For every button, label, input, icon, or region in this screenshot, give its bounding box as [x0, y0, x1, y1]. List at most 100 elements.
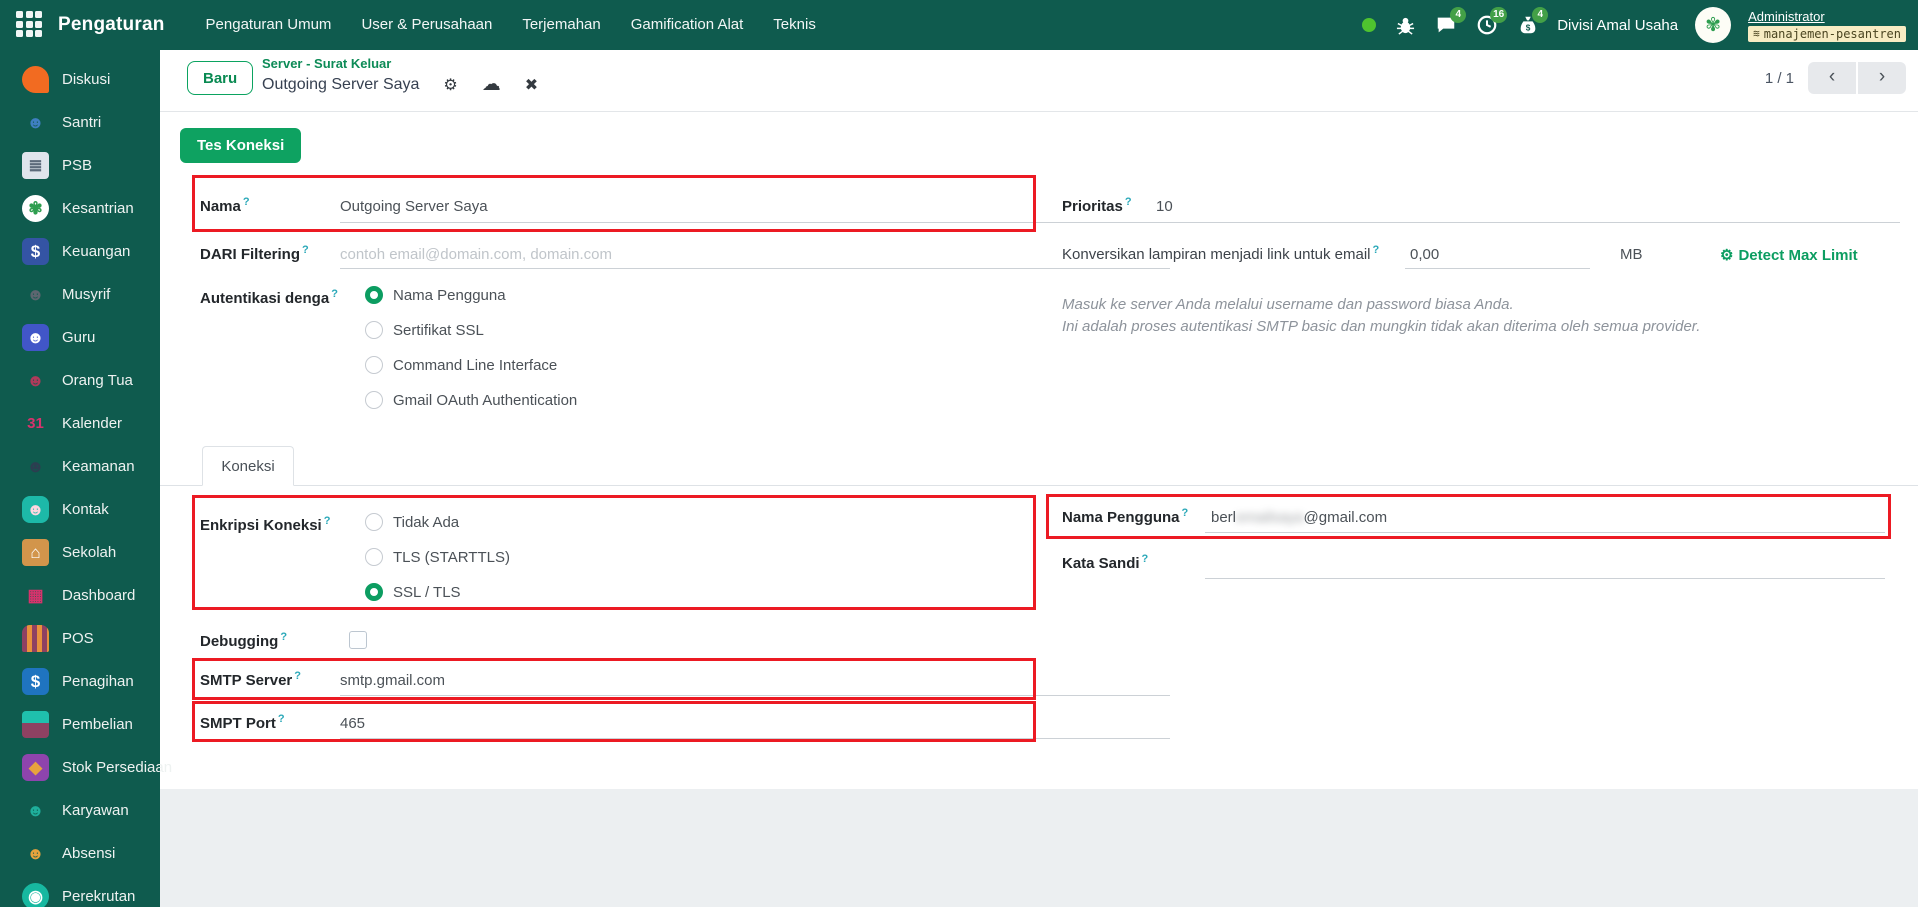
smtp-port-label: SMPT Port?: [200, 713, 285, 732]
sidebar-item-absensi[interactable]: ☻ Absensi: [0, 832, 160, 875]
sidebar-item-kesantrian[interactable]: ✾ Kesantrian: [0, 187, 160, 230]
sidebar-item-orang-tua[interactable]: ☻ Orang Tua: [0, 359, 160, 402]
from-filter-label: DARI Filtering?: [200, 244, 309, 263]
smtp-port-input[interactable]: 465: [340, 715, 365, 732]
form-sheet: Tes Koneksi Nama? Outgoing Server Saya D…: [160, 112, 1918, 789]
menu-gamification-alat[interactable]: Gamification Alat: [616, 0, 759, 50]
sidebar-item-pembelian[interactable]: Pembelian: [0, 703, 160, 746]
radio-icon: [365, 286, 383, 304]
sidebar-item-label: Keamanan: [62, 458, 135, 475]
annotation-box-enkripsi: [192, 495, 1036, 610]
sidebar-item-stok-persediaan[interactable]: ◆ Stok Persediaan: [0, 746, 160, 789]
teacher-icon: ☻: [22, 324, 49, 351]
avatar[interactable]: ✾: [1695, 7, 1731, 43]
priority-input[interactable]: 10: [1156, 198, 1173, 215]
cloud-upload-icon[interactable]: ☁: [482, 73, 501, 96]
attachment-limit-input[interactable]: 0,00: [1410, 246, 1439, 263]
menu-teknis[interactable]: Teknis: [758, 0, 831, 50]
username-input[interactable]: berlemailsaya@gmail.com: [1211, 509, 1387, 526]
company-switcher[interactable]: Divisi Amal Usaha: [1557, 17, 1678, 34]
messages-icon[interactable]: 4: [1434, 13, 1458, 37]
activities-badge: 16: [1490, 7, 1507, 23]
auth-radio-command-line[interactable]: Command Line Interface: [365, 356, 557, 374]
calendar-icon: 31: [22, 410, 49, 437]
attachment-limit-unit: MB: [1620, 246, 1643, 263]
breadcrumb: Server - Surat Keluar Outgoing Server Sa…: [262, 56, 538, 96]
content-background: [160, 789, 1918, 907]
sidebar-item-psb[interactable]: ≣ PSB: [0, 144, 160, 187]
menu-terjemahan[interactable]: Terjemahan: [507, 0, 615, 50]
new-button[interactable]: Baru: [187, 61, 253, 95]
pager-previous-button[interactable]: ‹: [1808, 62, 1856, 94]
sidebar-item-kontak[interactable]: ☻ Kontak: [0, 488, 160, 531]
finance-icon: $: [22, 238, 49, 265]
gear-icon[interactable]: ⚙: [443, 75, 457, 95]
sales-money-icon[interactable]: $ 4: [1516, 13, 1540, 37]
breadcrumb-parent-link[interactable]: Server - Surat Keluar: [262, 56, 538, 71]
online-status-dot: [1362, 18, 1376, 32]
encryption-radio-tls-starttls[interactable]: TLS (STARTTLS): [365, 548, 510, 566]
smtp-server-input[interactable]: smtp.gmail.com: [340, 672, 445, 689]
sidebar-item-label: Absensi: [62, 845, 115, 862]
encryption-radio-tidak-ada[interactable]: Tidak Ada: [365, 513, 459, 531]
auth-radio-nama-pengguna[interactable]: Nama Pengguna: [365, 286, 506, 304]
employees-icon: ☻: [22, 797, 49, 824]
annotation-box-smtp-server: [192, 658, 1036, 700]
sidebar-item-sekolah[interactable]: ⌂ Sekolah: [0, 531, 160, 574]
auth-note-1: Masuk ke server Anda melalui username da…: [1062, 296, 1514, 313]
auth-radio-sertifikat-ssl[interactable]: Sertifikat SSL: [365, 321, 484, 339]
from-filter-input[interactable]: contoh email@domain.com, domain.com: [340, 246, 612, 263]
sidebar-item-dashboard[interactable]: ▦ Dashboard: [0, 574, 160, 617]
debug-bug-icon[interactable]: [1393, 13, 1417, 37]
sidebar-item-label: Kesantrian: [62, 200, 134, 217]
radio-icon: [365, 321, 383, 339]
sidebar-item-kalender[interactable]: 31 Kalender: [0, 402, 160, 445]
sidebar-item-guru[interactable]: ☻ Guru: [0, 316, 160, 359]
user-name: Administrator: [1748, 9, 1825, 24]
menu-pengaturan-umum[interactable]: Pengaturan Umum: [191, 0, 347, 50]
encryption-radio-ssl-tls[interactable]: SSL / TLS: [365, 583, 461, 601]
mentor-icon: ☻: [22, 281, 49, 308]
activities-clock-icon[interactable]: 16: [1475, 13, 1499, 37]
annotation-box-smtp-port: [192, 701, 1036, 742]
sidebar-item-penagihan[interactable]: $ Penagihan: [0, 660, 160, 703]
sidebar-item-label: Diskusi: [62, 71, 110, 88]
name-input[interactable]: Outgoing Server Saya: [340, 198, 488, 215]
sidebar-item-label: Karyawan: [62, 802, 129, 819]
database-badge: ≋manajemen-pesantren: [1748, 26, 1906, 42]
apps-menu-icon[interactable]: [16, 11, 44, 39]
sidebar-item-keuangan[interactable]: $ Keuangan: [0, 230, 160, 273]
pager-next-button[interactable]: ›: [1858, 62, 1906, 94]
security-icon: ☻: [22, 453, 49, 480]
tab-koneksi[interactable]: Koneksi: [202, 446, 294, 486]
sidebar-item-label: Kalender: [62, 415, 122, 432]
annotation-box-nama: [192, 175, 1036, 232]
detect-max-limit-button[interactable]: ⚙Detect Max Limit: [1720, 246, 1858, 264]
sidebar-item-karyawan[interactable]: ☻ Karyawan: [0, 789, 160, 832]
sidebar-item-diskusi[interactable]: Diskusi: [0, 58, 160, 101]
database-icon: ≋: [1753, 27, 1760, 40]
menu-user-perusahaan[interactable]: User & Perusahaan: [346, 0, 507, 50]
debugging-label: Debugging?: [200, 631, 287, 650]
sidebar-item-musyrif[interactable]: ☻ Musyrif: [0, 273, 160, 316]
sidebar-item-keamanan[interactable]: ☻ Keamanan: [0, 445, 160, 488]
radio-icon: [365, 391, 383, 409]
user-menu[interactable]: Administrator ≋manajemen-pesantren: [1748, 9, 1906, 42]
sidebar-item-santri[interactable]: ☻ Santri: [0, 101, 160, 144]
tab-divider: [160, 485, 1918, 486]
sidebar-item-label: Musyrif: [62, 286, 110, 303]
sidebar-item-label: Dashboard: [62, 587, 135, 604]
auth-note-2: Ini adalah proses autentikasi SMTP basic…: [1062, 318, 1700, 335]
test-connection-button[interactable]: Tes Koneksi: [180, 128, 301, 163]
auth-radio-gmail-oauth[interactable]: Gmail OAuth Authentication: [365, 391, 577, 409]
debugging-checkbox[interactable]: [349, 631, 367, 649]
breadcrumb-current: Outgoing Server Saya: [262, 76, 419, 94]
pesantren-icon: ✾: [22, 195, 49, 222]
sidebar-item-label: PSB: [62, 157, 92, 174]
attendance-icon: ☻: [22, 840, 49, 867]
sidebar-item-label: Santri: [62, 114, 101, 131]
app-title: Pengaturan: [58, 14, 165, 36]
close-icon[interactable]: ✖: [525, 75, 538, 95]
sidebar-item-pos[interactable]: POS: [0, 617, 160, 660]
sidebar-item-perekrutan[interactable]: ◉ Perekrutan: [0, 875, 160, 907]
